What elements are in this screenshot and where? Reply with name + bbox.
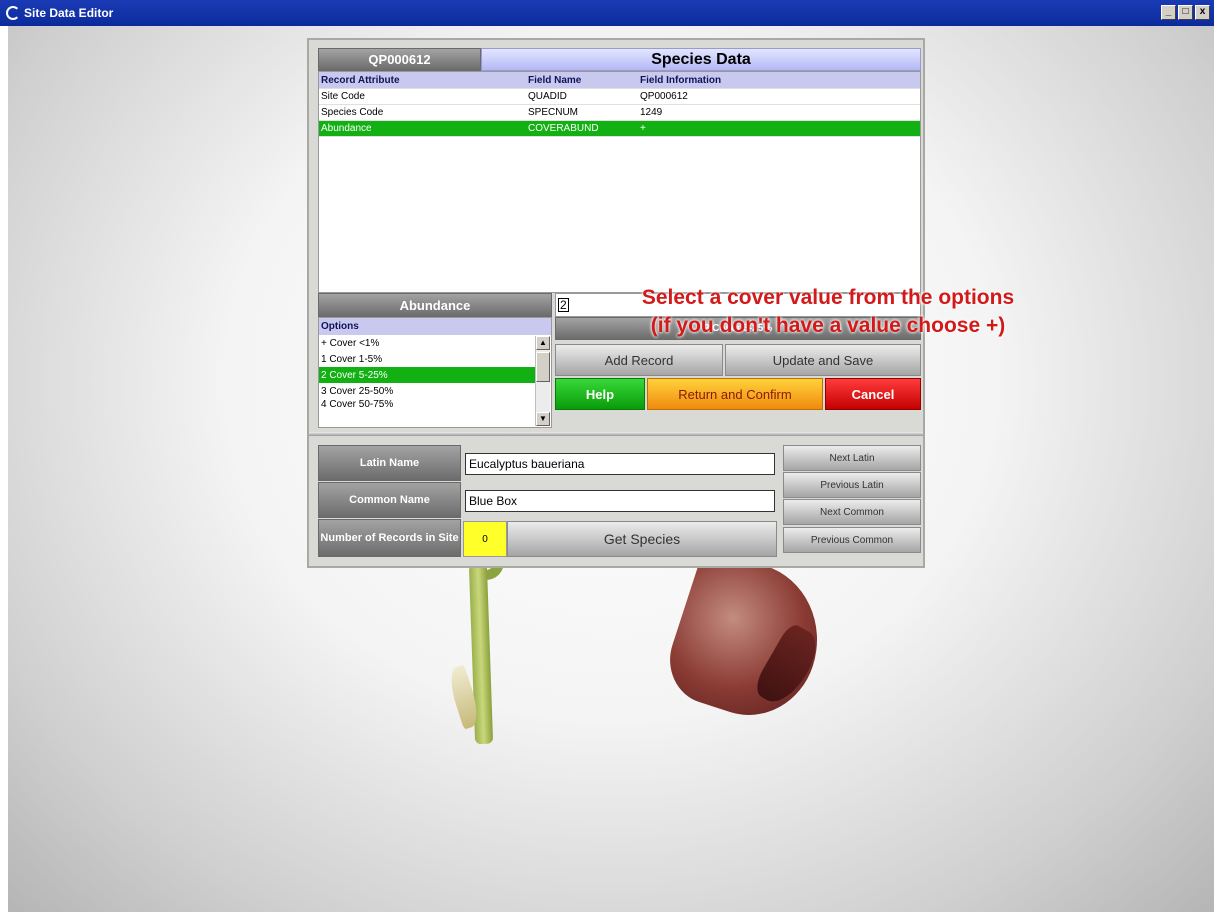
species-data-header: Species Data: [481, 48, 921, 71]
list-item-selected[interactable]: 2 Cover 5-25%: [319, 367, 536, 383]
cell-record-attribute: Abundance: [321, 123, 372, 134]
table-header-row: Record Attribute Field Name Field Inform…: [319, 72, 920, 89]
options-scrollbar[interactable]: ▲ ▼: [535, 336, 550, 426]
previous-latin-button[interactable]: Previous Latin: [783, 472, 921, 498]
cell-field-name: COVERABUND: [528, 123, 599, 134]
latin-name-label: Latin Name: [318, 445, 461, 481]
table-row[interactable]: Species Code SPECNUM 1249: [319, 105, 920, 121]
annotation-line-2: (if you don't have a value choose +): [650, 314, 1006, 337]
instruction-annotation: Select a cover value from the options (i…: [578, 284, 1078, 340]
scroll-up-icon[interactable]: ▲: [536, 336, 550, 350]
cell-field-information: +: [640, 123, 646, 134]
add-record-button[interactable]: Add Record: [555, 344, 723, 376]
number-of-records-label: Number of Records in Site: [318, 519, 461, 557]
help-button[interactable]: Help: [555, 378, 645, 410]
window-controls: _ □ x: [1161, 5, 1210, 20]
window-title: Site Data Editor: [24, 6, 114, 20]
return-and-confirm-button[interactable]: Return and Confirm: [647, 378, 823, 410]
update-and-save-button[interactable]: Update and Save: [725, 344, 921, 376]
next-common-button[interactable]: Next Common: [783, 499, 921, 525]
get-species-button[interactable]: Get Species: [507, 521, 777, 557]
title-bar: Site Data Editor _ □ x: [0, 0, 1214, 26]
maximize-button[interactable]: □: [1178, 5, 1193, 20]
abundance-options-list[interactable]: Options + Cover <1% 1 Cover 1-5% 2 Cover…: [318, 317, 552, 428]
cell-field-name: SPECNUM: [528, 107, 579, 118]
common-name-label: Common Name: [318, 482, 461, 518]
minimize-button[interactable]: _: [1161, 5, 1176, 20]
cell-field-name: QUADID: [528, 91, 567, 102]
site-code-tab[interactable]: QP000612: [318, 48, 481, 71]
table-row-selected[interactable]: Abundance COVERABUND +: [319, 121, 920, 137]
list-item[interactable]: + Cover <1%: [319, 335, 536, 351]
common-name-field[interactable]: Blue Box: [465, 490, 775, 512]
section-divider: [309, 432, 923, 436]
app-icon: [6, 6, 20, 20]
cell-field-information: 1249: [640, 107, 663, 118]
desktop-background: QP000612 Species Data Record Attribute F…: [8, 26, 1214, 912]
cell-record-attribute: Species Code: [321, 107, 384, 118]
cell-field-information: QP000612: [640, 91, 688, 102]
table-row[interactable]: Site Code QUADID QP000612: [319, 89, 920, 105]
annotation-line-1: Select a cover value from the options: [641, 286, 1015, 309]
column-header-record-attribute: Record Attribute: [321, 74, 400, 86]
column-header-field-name: Field Name: [528, 74, 582, 86]
scroll-thumb[interactable]: [536, 352, 550, 382]
list-item[interactable]: 4 Cover 50-75%: [319, 399, 536, 407]
list-item[interactable]: 3 Cover 25-50%: [319, 383, 536, 399]
list-item[interactable]: 1 Cover 1-5%: [319, 351, 536, 367]
cancel-button[interactable]: Cancel: [825, 378, 921, 410]
record-attribute-table: Record Attribute Field Name Field Inform…: [318, 71, 921, 293]
options-header: Options: [319, 318, 551, 335]
cover-value-text: 2: [558, 298, 569, 312]
cell-record-attribute: Site Code: [321, 91, 365, 102]
scroll-down-icon[interactable]: ▼: [536, 412, 550, 426]
column-header-field-information: Field Information: [640, 74, 722, 86]
close-button[interactable]: x: [1195, 5, 1210, 20]
record-count-value: 0: [463, 521, 507, 557]
latin-name-field[interactable]: Eucalyptus baueriana: [465, 453, 775, 475]
previous-common-button[interactable]: Previous Common: [783, 527, 921, 553]
next-latin-button[interactable]: Next Latin: [783, 445, 921, 471]
abundance-header: Abundance: [318, 293, 552, 317]
